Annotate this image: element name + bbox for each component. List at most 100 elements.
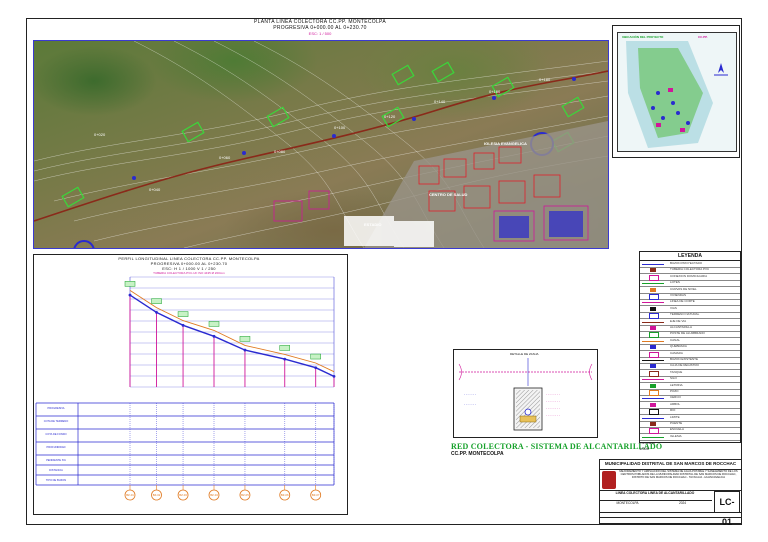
- manhole-label: BZ-03: [179, 493, 187, 497]
- legend-item-label: QUEBRADA: [670, 344, 687, 349]
- row-label: COTA DE FONDO: [45, 433, 67, 436]
- svg-text:- - - - - - - -: - - - - - - - -: [546, 392, 560, 396]
- legend-item-label: BUZON PROYECTADO: [670, 261, 703, 265]
- legend-item-label: IGLESIA: [670, 433, 682, 438]
- svg-text:- - - - - - - -: - - - - - - - -: [546, 413, 560, 417]
- legend-symbol: [650, 364, 656, 369]
- legend-item-label: TERRENO NATURAL: [670, 312, 700, 317]
- legend-item-label: LIMITE: [670, 414, 680, 419]
- legend-item-label: VIAS: [670, 305, 677, 310]
- section-label: DETALLE DE ZANJA: [510, 352, 539, 356]
- legend-item-label: ESCUELA: [670, 427, 685, 432]
- manhole-label: BZ-04: [210, 493, 218, 497]
- legend-symbol: [642, 321, 664, 323]
- legend-item-label: LINEA DE CORTE: [670, 299, 695, 304]
- caption-sub: CC.PP. MONTECOLPA: [451, 451, 504, 457]
- legend-item-label: TANQUE: [670, 369, 683, 374]
- manhole-badge: [124, 281, 136, 287]
- tb-plan: LINEA COLECTORA LINEA DE ALCANTARILLADO: [615, 491, 695, 495]
- station-label: 0+020: [94, 132, 106, 137]
- manhole-badge: [151, 298, 162, 304]
- manhole-label: BZ-07: [312, 493, 320, 497]
- legend-panel: LEYENDA BUZON PROYECTADO TUBERIA COLECTOR…: [639, 251, 741, 443]
- inset-frame: UBICACIÓN DEL PROYECTO CC.PP.: [617, 32, 737, 152]
- station-label: 0+060: [219, 155, 231, 160]
- legend-item-label: POSTE DE ALUMBRADO: [670, 331, 705, 336]
- row-label: TIPO DE BUZON: [45, 479, 67, 482]
- legend-symbol: [650, 268, 656, 273]
- row-label: PROFUNDIDAD: [46, 446, 66, 449]
- legend-item-label: ARBOL: [670, 401, 681, 406]
- plan-scale: ESC: 1 / 500: [308, 31, 332, 36]
- location-inset[interactable]: UBICACIÓN DEL PROYECTO CC.PP.: [612, 25, 740, 158]
- caption-scale-value: 1/500: [639, 446, 650, 451]
- legend-item-label: EJE DE VIA: [670, 318, 687, 323]
- pipe-node: [314, 366, 318, 370]
- svg-text:- - - - - - -: - - - - - - -: [464, 392, 476, 396]
- tb-code: LC-01: [714, 491, 740, 527]
- legend-symbol: [650, 306, 656, 311]
- legend-symbol: [642, 417, 664, 419]
- legend-item-label: LETRINA: [670, 382, 683, 387]
- legend-title: LEYENDA: [640, 252, 740, 261]
- station-label: 0+140: [434, 99, 446, 104]
- pipe-node: [181, 323, 185, 327]
- legend-item-label: TUBERIA COLECTORA PVC: [670, 267, 710, 272]
- trench-section-detail[interactable]: - - - - - - - - - - - - - - - - - - - - -…: [453, 349, 598, 438]
- legend-symbol: [642, 436, 664, 438]
- legend-item-label: LOTES: [670, 280, 680, 285]
- manhole-badge: [208, 321, 220, 327]
- legend-symbol: [650, 287, 656, 292]
- legend-item-label: RIO: [670, 408, 676, 413]
- pipe-node: [155, 310, 158, 314]
- manhole-label: BZ-06: [281, 493, 289, 497]
- legend-item-label: CAJA DE REGISTRO: [670, 363, 700, 368]
- legend-item-label: CAMARA: [670, 350, 683, 355]
- title-block: MUNICIPALIDAD DISTRITAL DE SAN MARCOS DE…: [599, 459, 742, 527]
- manhole-label: BZ-01: [126, 493, 134, 497]
- manhole-badge: [177, 311, 189, 317]
- pipe-line: [129, 294, 335, 378]
- station-label: 0+120: [384, 114, 396, 119]
- profile-chart: BZ-01 BZ-02 BZ-03 BZ-04 BZ-05 BZ-06 BZ-07: [35, 276, 336, 501]
- legend-symbol: [650, 345, 656, 350]
- tb-place: MONTECOLPA: [616, 501, 639, 505]
- pipe-node: [128, 293, 132, 297]
- place-label: ESTADIO: [364, 222, 381, 227]
- legend-item-label: CONEXION DOMICILIARIA: [670, 273, 708, 278]
- legend-symbol: [650, 383, 656, 388]
- plan-overlay: 0+020 0+040 0+060 0+080 0+100 0+120 0+14…: [34, 41, 608, 248]
- manhole-label: BZ-02: [153, 493, 161, 497]
- legend-symbol: [642, 398, 664, 400]
- longitudinal-profile[interactable]: PERFIL LONGITUDINAL LINEA COLECTORA CC.P…: [33, 254, 348, 515]
- station-label: 0+080: [274, 149, 286, 154]
- aerial-plan-view[interactable]: 0+020 0+040 0+060 0+080 0+100 0+120 0+14…: [33, 40, 609, 249]
- legend-item-label: VIVIENDAS: [670, 293, 687, 297]
- legend-symbol: [650, 326, 656, 330]
- row-label: DISTANCIA: [49, 469, 63, 472]
- tb-entity: MUNICIPALIDAD DISTRITAL DE SAN MARCOS DE…: [604, 461, 737, 466]
- svg-text:- - - - - - -: - - - - - - -: [464, 402, 476, 406]
- manhole-label: BZ-05: [241, 493, 249, 497]
- legend-item-label: ALCANTARILLA: [670, 325, 692, 329]
- inset-tag: CC.PP.: [698, 35, 708, 39]
- station-label: 0+040: [149, 187, 161, 192]
- legend-item-label: SILO: [670, 376, 677, 381]
- manhole-badge: [279, 345, 290, 351]
- legend-symbol: [650, 402, 656, 407]
- station-label: 0+160: [489, 89, 501, 94]
- pipe-node: [212, 334, 216, 338]
- tb-project: MEJORAMIENTO Y AMPLIACION DEL SISTEMA DE…: [619, 470, 738, 479]
- station-label: 0+100: [334, 125, 346, 130]
- inset-title: UBICACIÓN DEL PROYECTO: [622, 35, 664, 39]
- tb-date: 2024: [678, 501, 687, 505]
- legend-symbol: [642, 283, 664, 285]
- legend-item-label: CANAL: [670, 337, 681, 342]
- place-label: CENTRO DE SALUD: [429, 192, 468, 197]
- svg-text:- - - - - - - -: - - - - - - - -: [546, 406, 560, 410]
- inset-map: [618, 33, 736, 151]
- pipe-node: [283, 357, 287, 361]
- municipal-logo: [602, 471, 616, 489]
- legend-item-label: BUZON EXISTENTE: [670, 357, 699, 361]
- legend-symbol: [650, 422, 656, 426]
